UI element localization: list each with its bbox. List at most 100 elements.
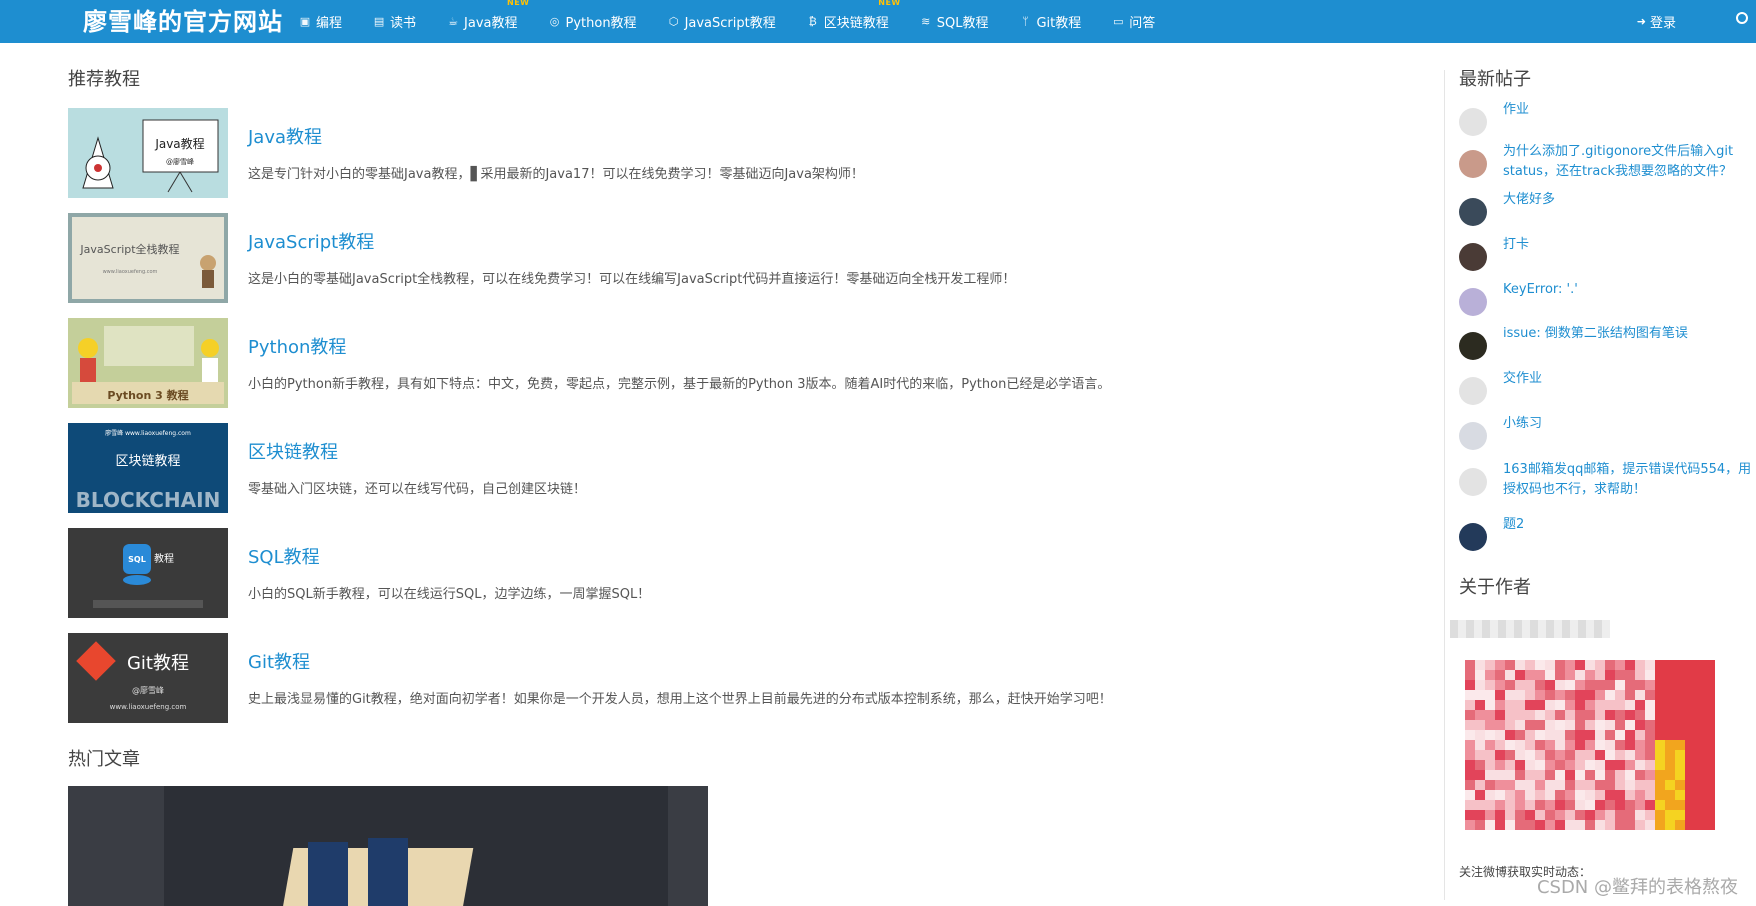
nav-item-0[interactable]: ▣ 编程 — [298, 0, 342, 43]
nav-item-5[interactable]: ₿ 区块链教程 NEW — [806, 0, 901, 43]
post-link[interactable]: KeyError: '.' — [1503, 280, 1753, 300]
qr-pixel — [1675, 700, 1685, 710]
qr-pixel — [1515, 820, 1525, 830]
post-link[interactable]: 为什么添加了.gitigonore文件后输入git status，还在track… — [1503, 142, 1753, 182]
course-title[interactable]: JavaScript教程 — [248, 228, 374, 254]
qr-pixel — [1465, 740, 1475, 750]
course-title[interactable]: Java教程 — [248, 123, 322, 149]
qr-pixel — [1625, 690, 1635, 700]
qr-pixel — [1545, 760, 1555, 770]
qr-pixel — [1465, 680, 1475, 690]
qr-pixel — [1555, 800, 1565, 810]
avatar[interactable] — [1459, 198, 1487, 226]
qr-pixel — [1555, 670, 1565, 680]
qr-pixel — [1565, 680, 1575, 690]
qr-pixel — [1555, 660, 1565, 670]
avatar[interactable] — [1459, 422, 1487, 450]
course-title[interactable]: Git教程 — [248, 648, 310, 674]
qr-pixel — [1545, 820, 1555, 830]
qr-pixel — [1585, 750, 1595, 760]
course-thumbnail[interactable]: Java教程 @廖雪峰 — [68, 108, 228, 198]
thumb-title: Java教程 — [154, 136, 204, 151]
nav-item-3[interactable]: ◎ Python教程 — [548, 0, 637, 43]
nav-item-8[interactable]: ▭ 问答 — [1111, 0, 1155, 43]
qr-pixel — [1525, 690, 1535, 700]
qr-pixel — [1555, 720, 1565, 730]
post-link[interactable]: 163邮箱发qq邮箱，提示错误代码554，用授权码也不行，求帮助！ — [1503, 460, 1753, 500]
post-link[interactable]: 打卡 — [1503, 235, 1753, 255]
qr-pixel — [1525, 780, 1535, 790]
course-item: Java教程 @廖雪峰 Java教程 这是专门针对小白的零基础Java教程，▋采… — [68, 108, 1328, 198]
course-title[interactable]: 区块链教程 — [248, 438, 338, 464]
qr-pixel — [1645, 780, 1655, 790]
qr-pixel — [1485, 820, 1495, 830]
nav-item-1[interactable]: ▤ 读书 — [372, 0, 416, 43]
qr-pixel — [1525, 750, 1535, 760]
qr-pixel — [1555, 780, 1565, 790]
site-brand[interactable]: 廖雪峰的官方网站 — [83, 2, 283, 37]
qr-pixel — [1585, 780, 1595, 790]
qr-pixel — [1685, 730, 1695, 740]
course-title[interactable]: Python教程 — [248, 333, 346, 359]
post-link[interactable]: 交作业 — [1503, 369, 1753, 389]
post-link[interactable]: 大佬好多 — [1503, 190, 1753, 210]
qr-pixel — [1685, 790, 1695, 800]
nav-item-7[interactable]: ᛘ Git教程 — [1018, 0, 1081, 43]
qr-pixel — [1585, 720, 1595, 730]
avatar[interactable] — [1459, 468, 1487, 496]
nav-label: 读书 — [390, 16, 417, 31]
course-thumbnail[interactable]: JavaScript全栈教程 www.liaoxuefeng.com — [68, 213, 228, 303]
qr-pixel — [1465, 810, 1475, 820]
qr-pixel — [1665, 740, 1675, 750]
avatar[interactable] — [1459, 288, 1487, 316]
avatar[interactable] — [1459, 108, 1487, 136]
qr-pixel — [1555, 690, 1565, 700]
course-desc: 史上最浅显易懂的Git教程，绝对面向初学者！如果你是一个开发人员，想用上这个世界… — [248, 692, 1112, 707]
qr-pixel — [1575, 670, 1585, 680]
globe-icon[interactable] — [1736, 12, 1748, 24]
nav-label: 区块链教程 — [823, 16, 889, 31]
nav-item-6[interactable]: ≋ SQL教程 — [919, 0, 988, 43]
qr-pixel — [1635, 760, 1645, 770]
qr-pixel — [1665, 770, 1675, 780]
qr-pixel — [1615, 720, 1625, 730]
qr-pixel — [1705, 820, 1715, 830]
avatar[interactable] — [1459, 150, 1487, 178]
course-desc: 小白的Python新手教程，具有如下特点：中文，免费，零起点，完整示例，基于最新… — [248, 377, 1111, 392]
chat-icon: ▭ — [1113, 15, 1124, 28]
avatar[interactable] — [1459, 523, 1487, 551]
qr-pixel — [1605, 780, 1615, 790]
course-thumbnail[interactable]: Python 3 教程 — [68, 318, 228, 408]
course-title[interactable]: SQL教程 — [248, 543, 320, 569]
nav-item-4[interactable]: ⬡ JavaScript教程 — [667, 0, 776, 43]
qr-pixel — [1695, 750, 1705, 760]
avatar[interactable] — [1459, 243, 1487, 271]
post-link[interactable]: 作业 — [1503, 100, 1753, 120]
hot-article-thumbnail[interactable] — [68, 786, 708, 906]
post-link[interactable]: 小练习 — [1503, 414, 1753, 434]
qr-pixel — [1605, 670, 1615, 680]
avatar[interactable] — [1459, 377, 1487, 405]
qr-pixel — [1545, 740, 1555, 750]
qr-pixel — [1555, 740, 1565, 750]
login-button[interactable]: ➜ 登录 — [1637, 0, 1676, 43]
nav-item-2[interactable]: ☕ Java教程 NEW — [446, 0, 529, 43]
qr-pixel — [1645, 710, 1655, 720]
course-thumbnail[interactable]: 廖雪峰 www.liaoxuefeng.com 区块链教程 BLOCKCHAIN — [68, 423, 228, 513]
qr-pixel — [1505, 690, 1515, 700]
qr-pixel — [1655, 820, 1665, 830]
qr-pixel — [1565, 670, 1575, 680]
post-link[interactable]: issue: 倒数第二张结构图有笔误 — [1503, 324, 1753, 344]
qr-pixel — [1585, 680, 1595, 690]
course-thumbnail[interactable]: Git教程 @廖雪峰 www.liaoxuefeng.com — [68, 633, 228, 723]
qr-pixel — [1475, 800, 1485, 810]
avatar[interactable] — [1459, 332, 1487, 360]
course-thumbnail[interactable]: SQL 教程 — [68, 528, 228, 618]
qr-pixel — [1575, 720, 1585, 730]
qr-pixel — [1465, 660, 1475, 670]
post-link[interactable]: 题2 — [1503, 515, 1753, 535]
qr-pixel — [1515, 790, 1525, 800]
qr-pixel — [1575, 770, 1585, 780]
nav-label: JavaScript教程 — [684, 16, 776, 31]
qr-pixel — [1475, 700, 1485, 710]
